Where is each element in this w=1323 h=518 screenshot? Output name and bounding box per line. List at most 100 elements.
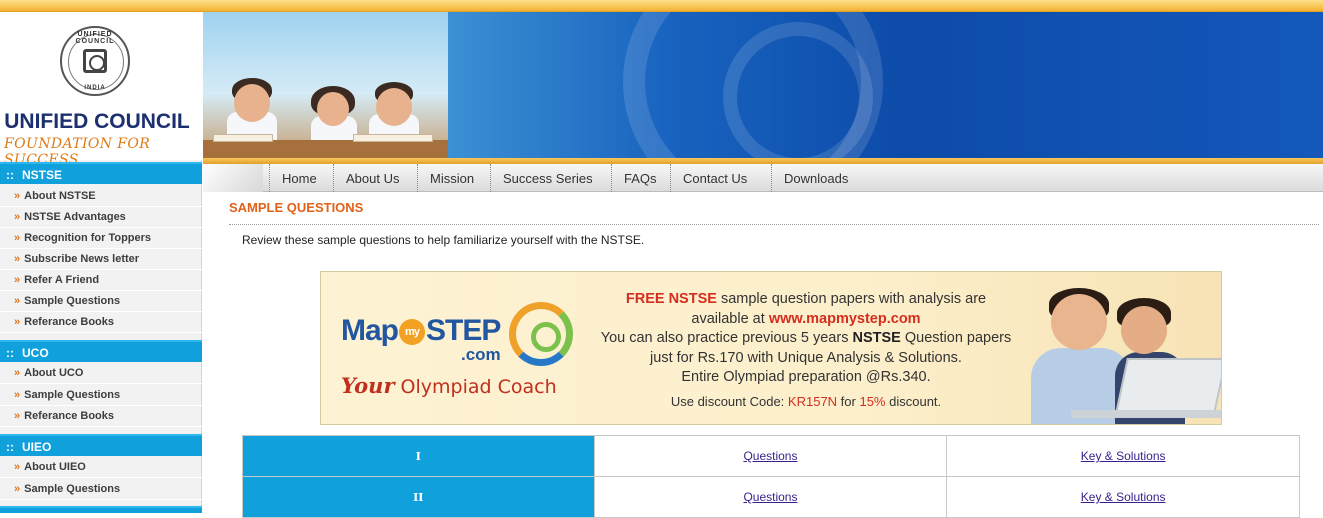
sidebar-item-label: Sample Questions — [24, 295, 121, 307]
grade-cell: I — [242, 435, 595, 477]
sidebar-section-uco[interactable]: :: UCO — [0, 340, 202, 362]
sidebar-section-nstse[interactable]: :: NSTSE — [0, 162, 202, 184]
ad-line-1: FREE NSTSE sample question papers with a… — [591, 290, 1021, 310]
sidebar-item-reference-books[interactable]: » Referance Books — [0, 312, 202, 333]
ad-bold-text: NSTSE — [852, 330, 901, 346]
sidebar-item-about-uco[interactable]: » About UCO — [0, 363, 202, 384]
sidebar-item-uco-sample-questions[interactable]: » Sample Questions — [0, 385, 202, 406]
nav-about-us[interactable]: About Us — [333, 164, 399, 192]
sidebar-item-label: Sample Questions — [24, 483, 121, 495]
seal-emblem-icon — [83, 49, 107, 73]
nav-success-series[interactable]: Success Series — [490, 164, 593, 192]
sidebar-item-label: Recognition for Toppers — [24, 232, 152, 244]
page-title: SAMPLE QUESTIONS — [229, 199, 1319, 225]
students-photo — [203, 12, 448, 160]
mapmystep-ad-banner[interactable]: Map my STEP .com Your Olympiad Coach FREE … — [320, 271, 1222, 425]
sidebar-section-title: NSTSE — [22, 168, 63, 182]
key-cell: Key & Solutions — [946, 476, 1300, 518]
discount-percent: 15% — [859, 393, 886, 409]
key-solutions-link[interactable]: Key & Solutions — [1081, 490, 1166, 504]
chevron-right-icon: » — [14, 274, 21, 286]
chevron-right-icon: » — [14, 389, 21, 401]
section-marker: :: — [6, 440, 14, 454]
chevron-right-icon: » — [14, 483, 21, 495]
section-marker: :: — [6, 346, 14, 360]
sidebar-section-uieo[interactable]: :: UIEO — [0, 434, 202, 456]
sidebar-item-nstse-advantages[interactable]: » NSTSE Advantages — [0, 207, 202, 228]
ad-line-text: for — [837, 393, 860, 409]
ad-line-text: You can also practice previous 5 years — [600, 330, 853, 346]
chevron-right-icon: » — [14, 190, 21, 202]
ad-line-text: available at — [691, 310, 769, 327]
nav-home[interactable]: Home — [269, 164, 317, 192]
sidebar-item-uco-reference-books[interactable]: » Referance Books — [0, 406, 202, 427]
sidebar-item-uieo-sample-questions[interactable]: » Sample Questions — [0, 479, 202, 500]
chevron-right-icon: » — [14, 232, 21, 244]
banner-swirl-decoration — [723, 22, 873, 160]
sidebar-item-about-nstse[interactable]: » About NSTSE — [0, 186, 202, 207]
ad-line-text: Question papers — [900, 330, 1012, 346]
sidebar-item-label: About UCO — [24, 367, 84, 379]
ad-copy: FREE NSTSE sample question papers with a… — [591, 290, 1021, 411]
sidebar-item-label: NSTSE Advantages — [24, 211, 126, 223]
questions-link[interactable]: Questions — [743, 449, 797, 463]
laptop-icon — [1115, 358, 1221, 414]
key-cell: Key & Solutions — [946, 435, 1300, 477]
nav-contact-us[interactable]: Contact Us — [670, 164, 747, 192]
logo-my-badge: my — [399, 319, 425, 346]
ad-free-highlight: FREE NSTSE — [625, 291, 717, 307]
sidebar-item-refer-friend[interactable]: » Refer A Friend — [0, 270, 202, 291]
seal-top-text: UNIFIED COUNCIL — [75, 31, 115, 45]
header-banner — [203, 12, 1323, 160]
sidebar-item-label: Referance Books — [24, 410, 114, 422]
ad-line-2: available at www.mapmystep.com — [591, 310, 1021, 330]
chevron-right-icon: » — [14, 410, 21, 422]
table-row: II Questions Key & Solutions — [242, 476, 1300, 518]
top-accent-bar — [0, 0, 1323, 12]
ad-line-text: Use discount Code: — [670, 393, 788, 409]
questions-cell: Questions — [593, 435, 948, 477]
sidebar-section-next — [0, 506, 202, 513]
section-marker: :: — [6, 168, 14, 182]
logo-area[interactable]: UNIFIED COUNCIL INDIA UNIFIED COUNCIL FO… — [0, 12, 202, 168]
logo-dotcom-text: .com — [461, 345, 501, 364]
questions-link[interactable]: Questions — [743, 490, 797, 504]
grade-cell: II — [242, 476, 595, 518]
sidebar-item-label: Sample Questions — [24, 389, 121, 401]
slogan-rest: Olympiad Coach — [394, 376, 557, 398]
ad-slogan: Your Olympiad Coach — [341, 373, 557, 398]
chevron-right-icon: » — [14, 367, 21, 379]
nav-downloads[interactable]: Downloads — [771, 164, 848, 192]
sidebar-section-title: UIEO — [22, 440, 52, 454]
intro-text: Review these sample questions to help fa… — [242, 233, 645, 247]
slogan-your: Your — [341, 373, 395, 398]
chevron-right-icon: » — [14, 461, 21, 473]
sidebar-item-subscribe[interactable]: » Subscribe News letter — [0, 249, 202, 270]
book — [353, 134, 433, 142]
ad-url[interactable]: www.mapmystep.com — [769, 311, 921, 327]
nav-faqs[interactable]: FAQs — [611, 164, 657, 192]
main-nav: Home About Us Mission Success Series FAQ… — [203, 164, 1323, 192]
sidebar-item-label: About NSTSE — [24, 190, 96, 202]
org-name: UNIFIED COUNCIL — [4, 110, 190, 133]
chevron-right-icon: » — [14, 253, 21, 265]
desk — [203, 140, 448, 160]
sidebar-item-about-uieo[interactable]: » About UIEO — [0, 457, 202, 478]
sidebar-item-label: Subscribe News letter — [24, 253, 140, 265]
ad-line-text: sample question papers with analysis are — [716, 291, 987, 307]
nav-tab-decoration — [203, 164, 263, 192]
questions-cell: Questions — [593, 476, 948, 518]
ad-line-3: You can also practice previous 5 years N… — [591, 329, 1021, 349]
discount-code: KR157N — [787, 393, 838, 409]
nav-mission[interactable]: Mission — [417, 164, 474, 192]
sidebar-item-label: Refer A Friend — [24, 274, 100, 286]
sidebar-item-recognition[interactable]: » Recognition for Toppers — [0, 228, 202, 249]
logo-map-text: Map — [341, 314, 399, 347]
seal-bottom-text: INDIA — [84, 85, 106, 91]
sidebar-item-sample-questions[interactable]: » Sample Questions — [0, 291, 202, 312]
main-content: SAMPLE QUESTIONS Review these sample que… — [203, 192, 1323, 518]
key-solutions-link[interactable]: Key & Solutions — [1081, 449, 1166, 463]
book — [213, 134, 273, 142]
ad-line-4: just for Rs.170 with Unique Analysis & S… — [650, 349, 962, 366]
chevron-right-icon: » — [14, 211, 21, 223]
